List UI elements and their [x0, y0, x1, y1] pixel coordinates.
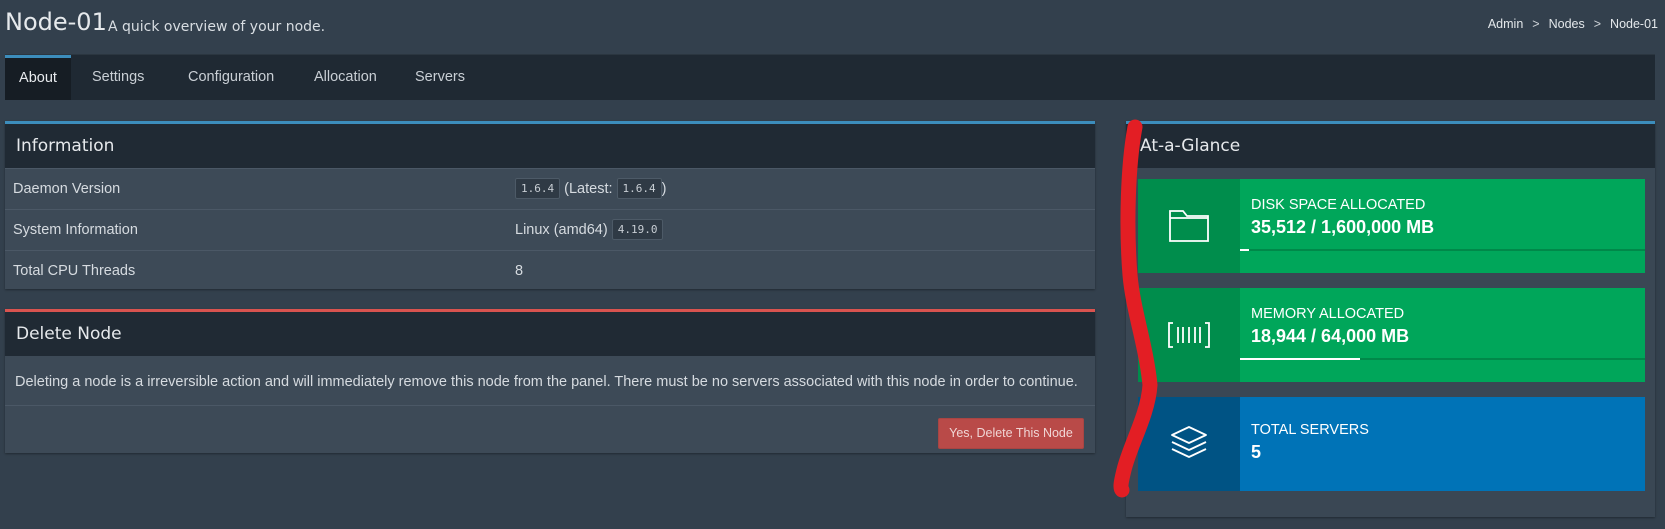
divider: [5, 405, 1095, 406]
tab-servers[interactable]: Servers: [415, 55, 465, 100]
folder-icon: [1169, 210, 1209, 242]
memory-icon-area: [1138, 288, 1240, 382]
latest-prefix: (Latest:: [564, 181, 613, 197]
memory-progress-fill: [1240, 358, 1360, 360]
tab-about[interactable]: About: [5, 55, 71, 100]
delete-node-box: Delete Node Deleting a node is a irrever…: [5, 309, 1095, 453]
information-title: Information: [5, 124, 1095, 168]
disk-progress-bar: [1240, 249, 1645, 251]
at-a-glance-box: At-a-Glance DISK SPACE ALLOCATED 35,512 …: [1126, 121, 1655, 517]
node-tabs: About Settings Configuration Allocation …: [5, 54, 1655, 100]
tab-configuration[interactable]: Configuration: [188, 55, 274, 100]
total-servers-value: 5: [1251, 442, 1262, 462]
latest-suffix: ): [661, 181, 667, 197]
page-subtitle: A quick overview of your node.: [108, 19, 326, 35]
servers-content: TOTAL SERVERS 5: [1240, 397, 1645, 491]
disk-icon-area: [1138, 179, 1240, 273]
breadcrumb-current: Node-01: [1610, 17, 1658, 31]
delete-node-button[interactable]: Yes, Delete This Node: [938, 418, 1084, 449]
servers-icon-area: [1138, 397, 1240, 491]
barcode-icon: [1168, 322, 1210, 348]
page-title: Node-01: [5, 8, 107, 36]
breadcrumb-separator: >: [1593, 17, 1602, 31]
total-servers-info-box: TOTAL SERVERS 5: [1138, 397, 1645, 491]
table-row-cpu-threads: Total CPU Threads 8: [5, 250, 1095, 291]
disk-space-label: DISK SPACE ALLOCATED: [1251, 197, 1426, 213]
latest-version-code: 1.6.4: [616, 178, 662, 199]
content-header: Node-01 A quick overview of your node. A…: [0, 0, 1665, 52]
breadcrumb: Admin > Nodes > Node-01: [1488, 17, 1658, 31]
breadcrumb-separator: >: [1532, 17, 1540, 31]
daemon-version-label: Daemon Version: [13, 181, 121, 197]
daemon-version-code: 1.6.4: [515, 178, 561, 199]
disk-space-value: 35,512 / 1,600,000 MB: [1251, 217, 1435, 237]
tab-settings[interactable]: Settings: [92, 55, 144, 100]
total-servers-label: TOTAL SERVERS: [1251, 422, 1369, 438]
cpu-threads-label: Total CPU Threads: [13, 263, 136, 279]
memory-label: MEMORY ALLOCATED: [1251, 306, 1405, 322]
table-row-daemon-version: Daemon Version 1.6.4 (Latest: 1.6.4): [5, 168, 1095, 209]
layers-icon: [1171, 426, 1207, 458]
information-box: Information Daemon Version 1.6.4 (Latest…: [5, 121, 1095, 289]
memory-content: MEMORY ALLOCATED 18,944 / 64,000 MB: [1240, 288, 1645, 382]
breadcrumb-nodes[interactable]: Nodes: [1549, 17, 1585, 31]
daemon-version-value: 1.6.4 (Latest: 1.6.4): [515, 178, 667, 199]
memory-progress-bar: [1240, 358, 1645, 360]
disk-content: DISK SPACE ALLOCATED 35,512 / 1,600,000 …: [1240, 179, 1645, 273]
table-row-system-information: System Information Linux (amd64) 4.19.0: [5, 209, 1095, 250]
delete-node-warning: Deleting a node is a irreversible action…: [15, 374, 1078, 390]
at-a-glance-title: At-a-Glance: [1126, 124, 1655, 168]
delete-node-title: Delete Node: [5, 312, 1095, 356]
system-information-value: Linux (amd64) 4.19.0: [515, 219, 664, 240]
cpu-threads-value: 8: [515, 263, 524, 279]
memory-info-box: MEMORY ALLOCATED 18,944 / 64,000 MB: [1138, 288, 1645, 382]
disk-space-info-box: DISK SPACE ALLOCATED 35,512 / 1,600,000 …: [1138, 179, 1645, 273]
system-os: Linux (amd64): [515, 222, 608, 238]
system-information-label: System Information: [13, 222, 138, 238]
memory-value: 18,944 / 64,000 MB: [1251, 326, 1410, 346]
tab-allocation[interactable]: Allocation: [314, 55, 377, 100]
kernel-version-code: 4.19.0: [611, 219, 664, 240]
breadcrumb-admin[interactable]: Admin: [1488, 17, 1523, 31]
disk-progress-fill: [1240, 249, 1249, 251]
